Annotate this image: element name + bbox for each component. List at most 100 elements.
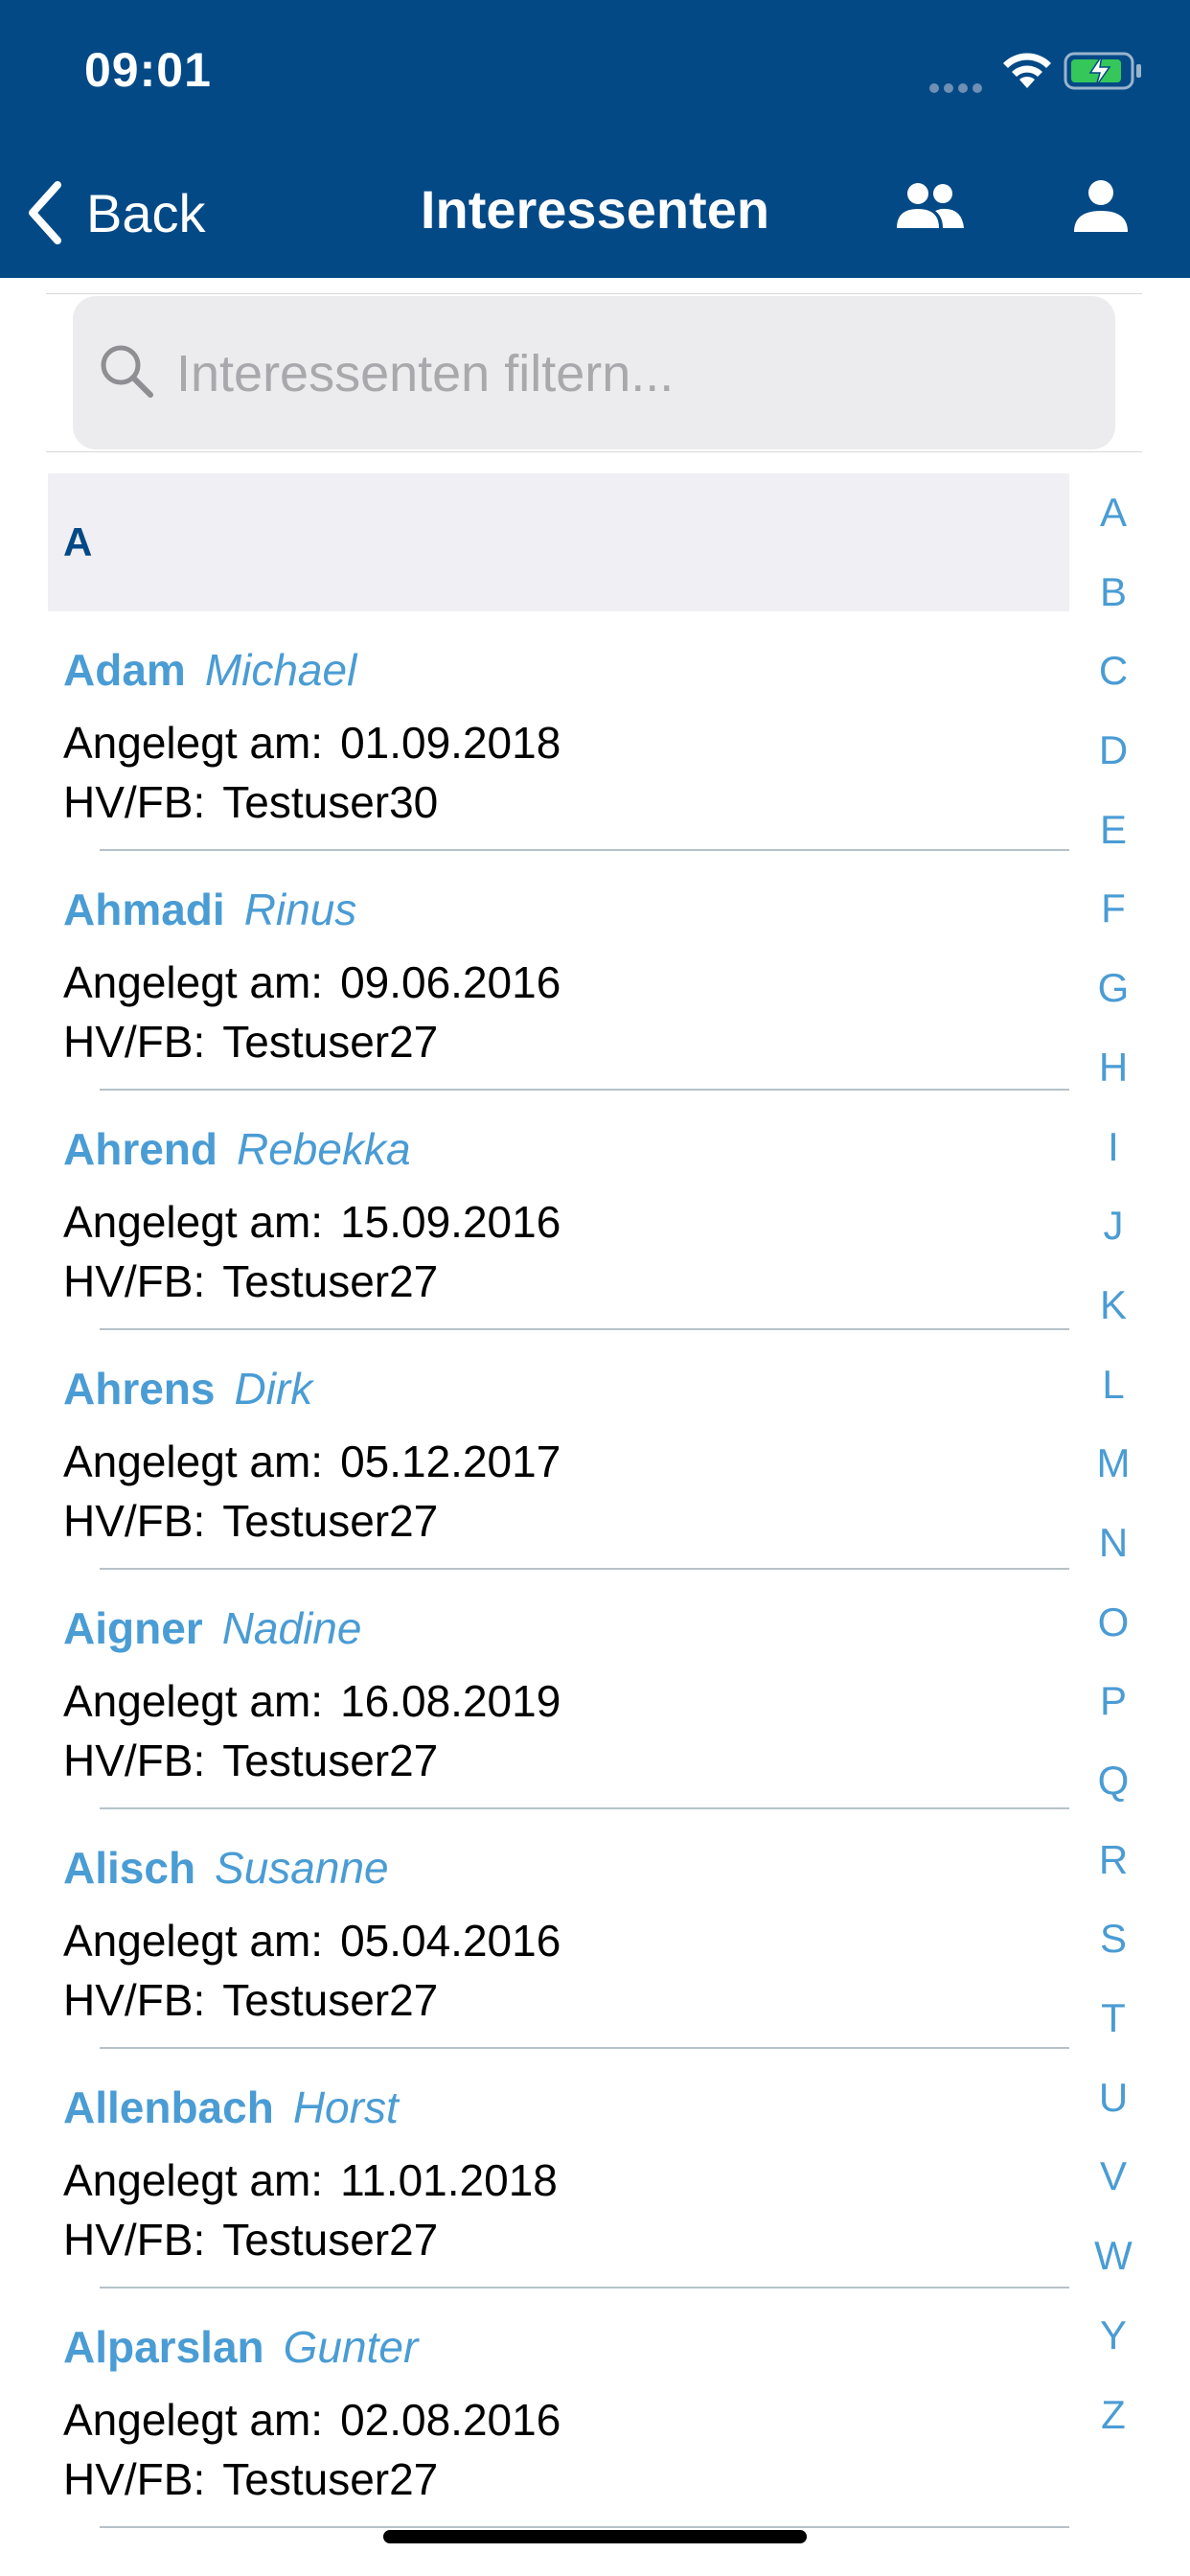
index-letter[interactable]: Q [1069, 1757, 1157, 1836]
created-date: 15.09.2016 [340, 1197, 561, 1247]
search-input[interactable] [174, 296, 1098, 451]
index-letter[interactable]: I [1069, 1123, 1157, 1203]
owner-label: HV/FB: [63, 777, 206, 827]
navigation-header: 09:01 Back Interessenten [0, 0, 1190, 278]
created-label: Angelegt am: [63, 718, 324, 768]
index-letter[interactable]: A [1069, 489, 1157, 568]
created-date: 05.12.2017 [340, 1437, 561, 1486]
created-row: Angelegt am: 05.04.2016 [63, 1915, 561, 1966]
created-date: 01.09.2018 [340, 718, 561, 768]
owner-label: HV/FB: [63, 1736, 206, 1785]
index-letter[interactable]: W [1069, 2232, 1157, 2312]
owner-label: HV/FB: [63, 1975, 206, 2025]
index-letter[interactable]: P [1069, 1677, 1157, 1757]
created-date: 02.08.2016 [340, 2395, 561, 2445]
created-label: Angelegt am: [63, 1676, 324, 1726]
index-letter[interactable]: K [1069, 1281, 1157, 1361]
contact-list: Adam Michael Angelegt am: 01.09.2018 HV/FB… [48, 611, 1069, 2528]
created-date: 09.06.2016 [340, 957, 561, 1007]
owner-row: HV/FB: Testuser27 [63, 1974, 438, 2026]
index-letter[interactable]: H [1069, 1044, 1157, 1123]
index-letter[interactable]: D [1069, 726, 1157, 806]
list-item[interactable]: Alisch Susanne Angelegt am: 05.04.2016 HV/… [48, 1809, 1069, 2049]
index-letter[interactable]: O [1069, 1598, 1157, 1678]
group-icon[interactable] [891, 178, 968, 236]
index-letter[interactable]: S [1069, 1915, 1157, 1994]
index-letter[interactable]: B [1069, 568, 1157, 648]
owner-user: Testuser30 [222, 777, 439, 827]
owner-row: HV/FB: Testuser30 [63, 776, 438, 828]
person-icon[interactable] [1071, 178, 1131, 236]
wifi-icon [1003, 53, 1051, 88]
list-item[interactable]: Adam Michael Angelegt am: 01.09.2018 HV/FB… [48, 611, 1069, 851]
created-date: 11.01.2018 [340, 2155, 558, 2205]
index-letter[interactable]: C [1069, 647, 1157, 726]
created-label: Angelegt am: [63, 957, 324, 1007]
item-name: Alparslan Gunter [63, 2321, 418, 2373]
index-letter[interactable]: U [1069, 2074, 1157, 2153]
index-letter[interactable]: M [1069, 1439, 1157, 1519]
last-name: Aigner [63, 1603, 203, 1653]
owner-user: Testuser27 [222, 1975, 439, 2025]
home-indicator[interactable] [383, 2530, 807, 2543]
last-name: Alparslan [63, 2322, 264, 2372]
created-row: Angelegt am: 11.01.2018 [63, 2154, 558, 2206]
first-name: Rinus [243, 885, 357, 934]
index-letter[interactable]: G [1069, 964, 1157, 1044]
index-letter[interactable]: V [1069, 2152, 1157, 2232]
first-name: Rebekka [237, 1124, 411, 1174]
index-letter[interactable]: E [1069, 806, 1157, 886]
item-name: Alisch Susanne [63, 1842, 389, 1894]
created-label: Angelegt am: [63, 1916, 324, 1966]
owner-user: Testuser27 [222, 1017, 439, 1067]
search-field[interactable] [73, 296, 1115, 451]
list-item[interactable]: Ahmadi Rinus Angelegt am: 09.06.2016 HV/FB… [48, 851, 1069, 1091]
item-name: Adam Michael [63, 644, 356, 696]
owner-label: HV/FB: [63, 2215, 206, 2265]
item-name: Ahrens Dirk [63, 1363, 312, 1414]
list-item[interactable]: Aigner Nadine Angelegt am: 16.08.2019 HV/F… [48, 1570, 1069, 1809]
owner-user: Testuser27 [222, 2215, 439, 2265]
alphabet-index[interactable]: A B C D E F G H I J K L M N O P Q R S T … [1069, 489, 1157, 2470]
index-letter[interactable]: L [1069, 1361, 1157, 1440]
last-name: Alisch [63, 1843, 196, 1893]
list-item[interactable]: Ahrens Dirk Angelegt am: 05.12.2017 HV/FB:… [48, 1330, 1069, 1570]
owner-row: HV/FB: Testuser27 [63, 1735, 438, 1786]
section-header: A [48, 473, 1069, 611]
item-name: Ahmadi Rinus [63, 884, 356, 935]
index-letter[interactable]: R [1069, 1836, 1157, 1916]
owner-label: HV/FB: [63, 1017, 206, 1067]
owner-row: HV/FB: Testuser27 [63, 1495, 438, 1547]
list-item[interactable]: Ahrend Rebekka Angelegt am: 15.09.2016 HV/… [48, 1091, 1069, 1330]
owner-row: HV/FB: Testuser27 [63, 2214, 438, 2266]
last-name: Adam [63, 645, 186, 695]
index-letter[interactable]: F [1069, 885, 1157, 964]
owner-label: HV/FB: [63, 2454, 206, 2504]
last-name: Ahmadi [63, 885, 225, 934]
page-title: Interessenten [420, 179, 770, 240]
list-item[interactable]: Alparslan Gunter Angelegt am: 02.08.2016 H… [48, 2288, 1069, 2528]
first-name: Susanne [215, 1843, 389, 1893]
cellular-signal-icon [929, 80, 987, 98]
created-row: Angelegt am: 05.12.2017 [63, 1436, 561, 1487]
created-row: Angelegt am: 16.08.2019 [63, 1675, 561, 1727]
index-letter[interactable]: T [1069, 1994, 1157, 2074]
owner-user: Testuser27 [222, 1736, 439, 1785]
search-bar-container [46, 293, 1142, 452]
index-letter[interactable]: Z [1069, 2391, 1157, 2471]
created-date: 05.04.2016 [340, 1916, 561, 1966]
list-item[interactable]: Allenbach Horst Angelegt am: 11.01.2018 HV… [48, 2049, 1069, 2288]
first-name: Dirk [234, 1364, 313, 1414]
row-separator [100, 2526, 1069, 2528]
created-row: Angelegt am: 15.09.2016 [63, 1196, 561, 1248]
last-name: Ahrens [63, 1364, 216, 1414]
index-letter[interactable]: J [1069, 1202, 1157, 1281]
owner-row: HV/FB: Testuser27 [63, 2453, 438, 2505]
status-time: 09:01 [84, 43, 212, 97]
first-name: Michael [204, 645, 357, 695]
index-letter[interactable]: N [1069, 1519, 1157, 1598]
item-name: Allenbach Horst [63, 2082, 399, 2133]
item-name: Ahrend Rebekka [63, 1123, 411, 1175]
owner-label: HV/FB: [63, 1256, 206, 1306]
index-letter[interactable]: Y [1069, 2312, 1157, 2391]
